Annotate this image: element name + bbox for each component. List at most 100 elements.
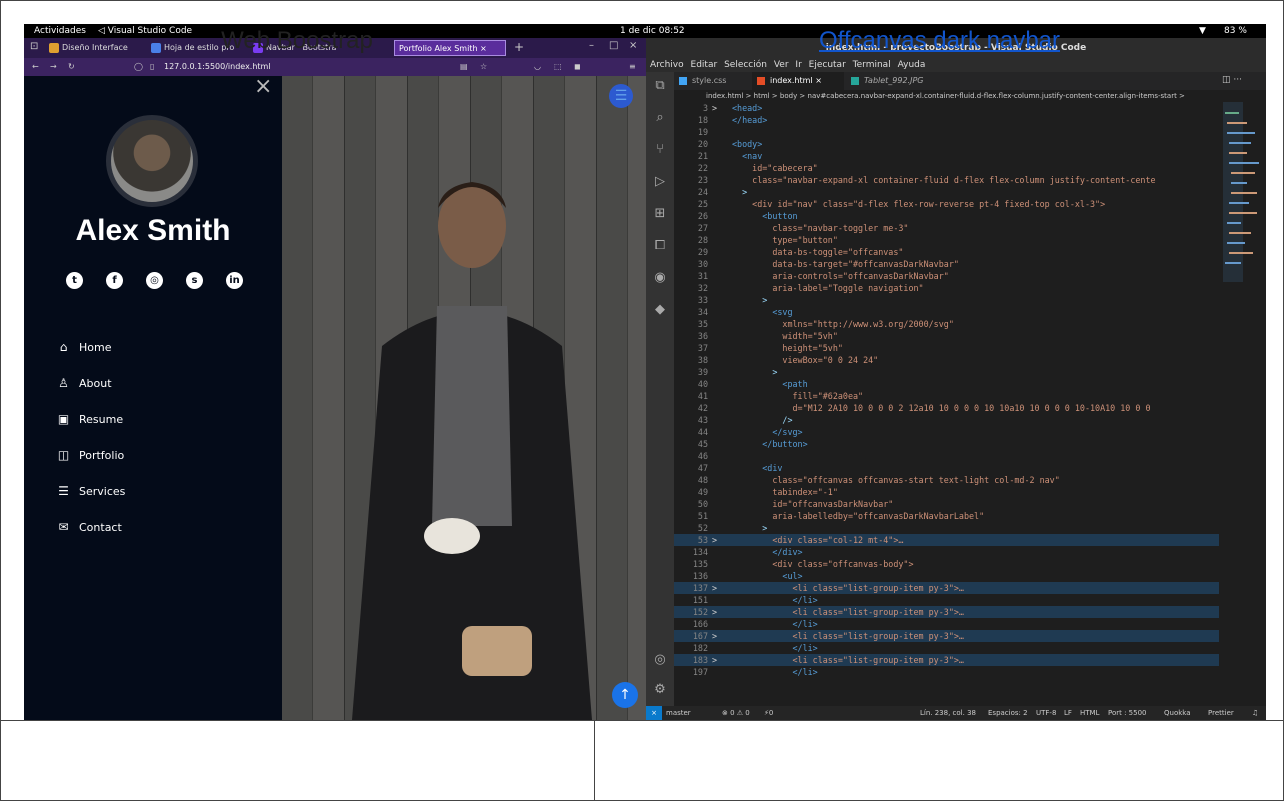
linkedin-icon[interactable]: in bbox=[226, 272, 243, 289]
minimap[interactable] bbox=[1219, 102, 1266, 706]
quokka-status[interactable]: Quokka bbox=[1164, 706, 1191, 720]
nav-portfolio[interactable]: ◫ Portfolio bbox=[57, 447, 124, 465]
code-line[interactable]: 3 > <head> bbox=[674, 102, 1219, 114]
code-line[interactable]: 32 aria-label="Toggle navigation" bbox=[674, 282, 1219, 294]
problems-count[interactable]: ⊗ 0 ⚠ 0 bbox=[722, 706, 750, 720]
code-line[interactable]: 167 > <li class="list-group-item py-3">… bbox=[674, 630, 1219, 642]
nav-services[interactable]: ☰ Services bbox=[57, 483, 125, 501]
hamburger-toggle-icon[interactable]: ☰ bbox=[609, 84, 633, 108]
code-line[interactable]: 20 <body> bbox=[674, 138, 1219, 150]
code-line[interactable]: 37 height="5vh" bbox=[674, 342, 1219, 354]
code-line[interactable]: 19 bbox=[674, 126, 1219, 138]
code-line[interactable]: 166 </li> bbox=[674, 618, 1219, 630]
breadcrumb[interactable]: index.html > html > body > nav#cabecera.… bbox=[674, 90, 1266, 102]
code-line[interactable]: 33 > bbox=[674, 294, 1219, 306]
code-text: fill="#62a0ea" bbox=[732, 391, 864, 401]
code-line[interactable]: 152 > <li class="list-group-item py-3">… bbox=[674, 606, 1219, 618]
docker-icon[interactable]: ◆ bbox=[652, 302, 668, 318]
code-line[interactable]: 38 viewBox="0 0 24 24" bbox=[674, 354, 1219, 366]
code-line[interactable]: 51 aria-labelledby="offcanvasDarkNavbarL… bbox=[674, 510, 1219, 522]
encoding[interactable]: UTF-8 bbox=[1036, 706, 1056, 720]
fold-chevron-icon[interactable]: > bbox=[712, 606, 717, 618]
instagram-icon[interactable]: ◎ bbox=[146, 272, 163, 289]
fold-chevron-icon[interactable]: > bbox=[712, 654, 717, 666]
gear-icon[interactable]: ⚙ bbox=[652, 682, 668, 698]
code-line[interactable]: 24 > bbox=[674, 186, 1219, 198]
code-line[interactable]: 36 width="5vh" bbox=[674, 330, 1219, 342]
code-line[interactable]: 39 > bbox=[674, 366, 1219, 378]
notifications-icon[interactable]: ♫ bbox=[1252, 706, 1258, 720]
ports-count[interactable]: ⚡0 bbox=[764, 706, 773, 720]
extensions-icon[interactable]: ⊞ bbox=[652, 206, 668, 222]
code-line[interactable]: 48 class="offcanvas offcanvas-start text… bbox=[674, 474, 1219, 486]
code-line[interactable]: 52 > bbox=[674, 522, 1219, 534]
fold-chevron-icon[interactable]: > bbox=[712, 534, 717, 546]
cursor-position[interactable]: Lín. 238, col. 38 bbox=[920, 706, 976, 720]
github-icon[interactable]: ◉ bbox=[652, 270, 668, 286]
code-text: <head> bbox=[732, 103, 763, 113]
code-line[interactable]: 31 aria-controls="offcanvasDarkNavbar" bbox=[674, 270, 1219, 282]
nav-home[interactable]: ⌂ Home bbox=[57, 339, 112, 357]
code-line[interactable]: 47 <div bbox=[674, 462, 1219, 474]
code-line[interactable]: 35 xmlns="http://www.w3.org/2000/svg" bbox=[674, 318, 1219, 330]
code-line[interactable]: 30 data-bs-target="#offcanvasDarkNavbar" bbox=[674, 258, 1219, 270]
code-line[interactable]: 44 </svg> bbox=[674, 426, 1219, 438]
account-icon[interactable]: ◎ bbox=[652, 652, 668, 668]
code-line[interactable]: 29 data-bs-toggle="offcanvas" bbox=[674, 246, 1219, 258]
git-branch[interactable]: master bbox=[666, 706, 691, 720]
code-line[interactable]: 21 <nav bbox=[674, 150, 1219, 162]
indentation[interactable]: Espacios: 2 bbox=[988, 706, 1028, 720]
code-line[interactable]: 50 id="offcanvasDarkNavbar" bbox=[674, 498, 1219, 510]
code-line[interactable]: 49 tabindex="-1" bbox=[674, 486, 1219, 498]
code-line[interactable]: 18 </head> bbox=[674, 114, 1219, 126]
code-line[interactable]: 136 <ul> bbox=[674, 570, 1219, 582]
back-to-top-icon[interactable]: ↑ bbox=[612, 682, 638, 708]
nav-about[interactable]: ♙ About bbox=[57, 375, 111, 393]
code-line[interactable]: 42 d="M12 2A10 10 0 0 0 2 12a10 10 0 0 0… bbox=[674, 402, 1219, 414]
nav-contact[interactable]: ✉ Contact bbox=[57, 519, 121, 537]
code-line[interactable]: 25 <div id="nav" class="d-flex flex-row-… bbox=[674, 198, 1219, 210]
end-of-line[interactable]: LF bbox=[1064, 706, 1072, 720]
code-line[interactable]: 45 </button> bbox=[674, 438, 1219, 450]
source-control-icon[interactable]: ⑂ bbox=[652, 142, 668, 158]
live-server-port[interactable]: Port : 5500 bbox=[1108, 706, 1147, 720]
code-line[interactable]: 26 <button bbox=[674, 210, 1219, 222]
code-text: <li class="list-group-item py-3">… bbox=[732, 607, 964, 617]
skype-icon[interactable]: s bbox=[186, 272, 203, 289]
code-line[interactable]: 41 fill="#62a0ea" bbox=[674, 390, 1219, 402]
remote-explorer-icon[interactable]: ⧠ bbox=[652, 238, 668, 254]
language-mode[interactable]: HTML bbox=[1080, 706, 1099, 720]
nav-resume[interactable]: ▣ Resume bbox=[57, 411, 123, 429]
caption-right-link[interactable]: Offcanvas dark navbar bbox=[595, 0, 1284, 81]
remote-icon[interactable]: × bbox=[646, 706, 662, 720]
code-line[interactable]: 43 /> bbox=[674, 414, 1219, 426]
facebook-icon[interactable]: f bbox=[106, 272, 123, 289]
code-line[interactable]: 137 > <li class="list-group-item py-3">… bbox=[674, 582, 1219, 594]
code-editor[interactable]: 3 > <head> 18 </head> 19 20 <body> 21 <nav 22 id=… bbox=[674, 102, 1219, 706]
fold-chevron-icon[interactable]: > bbox=[712, 630, 717, 642]
prettier-status[interactable]: Prettier bbox=[1208, 706, 1234, 720]
twitter-icon[interactable]: t bbox=[66, 272, 83, 289]
code-line[interactable]: 28 type="button" bbox=[674, 234, 1219, 246]
code-line[interactable]: 135 <div class="offcanvas-body"> bbox=[674, 558, 1219, 570]
code-text: <svg bbox=[732, 307, 793, 317]
code-line[interactable]: 40 <path bbox=[674, 378, 1219, 390]
code-line[interactable]: 183 > <li class="list-group-item py-3">… bbox=[674, 654, 1219, 666]
code-line[interactable]: 23 class="navbar-expand-xl container-flu… bbox=[674, 174, 1219, 186]
run-debug-icon[interactable]: ▷ bbox=[652, 174, 668, 190]
fold-chevron-icon[interactable]: > bbox=[712, 102, 717, 114]
home-icon: ⌂ bbox=[59, 340, 68, 354]
code-line[interactable]: 197 </li> bbox=[674, 666, 1219, 678]
fold-chevron-icon[interactable]: > bbox=[712, 582, 717, 594]
code-line[interactable]: 182 </li> bbox=[674, 642, 1219, 654]
code-line[interactable]: 22 id="cabecera" bbox=[674, 162, 1219, 174]
code-line[interactable]: 53 > <div class="col-12 mt-4">… bbox=[674, 534, 1219, 546]
code-line[interactable]: 34 <svg bbox=[674, 306, 1219, 318]
code-line[interactable]: 46 bbox=[674, 450, 1219, 462]
code-line[interactable]: 151 </li> bbox=[674, 594, 1219, 606]
line-number: 29 bbox=[697, 247, 708, 257]
code-line[interactable]: 27 class="navbar-toggler me-3" bbox=[674, 222, 1219, 234]
code-line[interactable]: 134 </div> bbox=[674, 546, 1219, 558]
search-icon[interactable]: ⌕ bbox=[652, 110, 668, 126]
line-number: 45 bbox=[697, 439, 708, 449]
